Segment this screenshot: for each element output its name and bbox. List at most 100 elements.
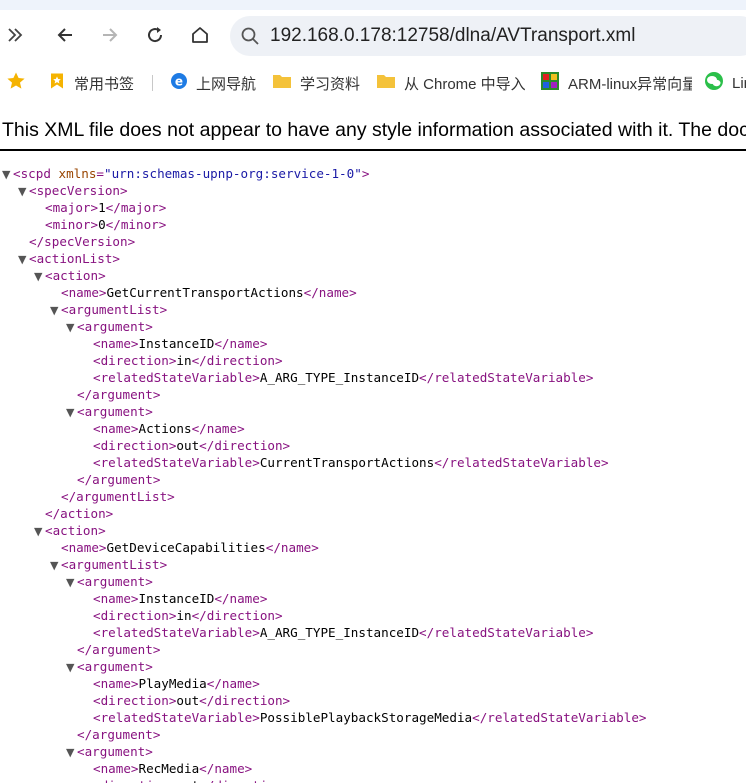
bookmark-common[interactable]: 常用书签 bbox=[48, 65, 134, 101]
xml-tag: <action> bbox=[45, 268, 106, 283]
xml-text-value: out bbox=[176, 778, 199, 783]
address-bar[interactable]: 192.168.0.178:12758/dlna/AVTransport.xml bbox=[230, 16, 746, 56]
xml-text-value: A_ARG_TYPE_InstanceID bbox=[259, 370, 420, 385]
xml-tag: </action> bbox=[45, 506, 114, 521]
xml-line: </action> bbox=[45, 505, 113, 522]
reload-icon bbox=[145, 25, 165, 45]
xml-end-tag: </relatedStateVariable> bbox=[434, 455, 609, 470]
xml-line: ▼ <argument> bbox=[66, 403, 153, 420]
xml-text-value: PlayMedia bbox=[138, 676, 207, 691]
bookmark-navigation[interactable]: e 上网导航 bbox=[170, 65, 256, 101]
collapse-triangle-icon[interactable]: ▼ bbox=[50, 557, 61, 574]
xml-attribute-equals: = bbox=[96, 166, 105, 181]
xml-line: <direction>in</direction> bbox=[93, 352, 283, 369]
xml-end-tag: </name> bbox=[303, 285, 357, 300]
forward-button[interactable] bbox=[95, 20, 125, 50]
bookmarks-star-button[interactable] bbox=[6, 65, 26, 101]
xml-line: ▼ <argumentList> bbox=[50, 301, 167, 318]
page-content: This XML file does not appear to have an… bbox=[0, 101, 746, 783]
xml-line: </argument> bbox=[77, 386, 160, 403]
xml-style-notice: This XML file does not appear to have an… bbox=[2, 119, 746, 141]
address-url[interactable]: 192.168.0.178:12758/dlna/AVTransport.xml bbox=[270, 25, 635, 47]
xml-end-tag: </direction> bbox=[191, 608, 283, 623]
xml-tag: <argumentList> bbox=[61, 557, 168, 572]
xml-line: ▼ <argument> bbox=[66, 318, 153, 335]
xml-tag: <direction> bbox=[93, 438, 177, 453]
xml-tag: <minor> bbox=[45, 217, 99, 232]
xml-tag: </argument> bbox=[77, 727, 161, 742]
xml-text-value: GetCurrentTransportActions bbox=[106, 285, 304, 300]
collapse-triangle-icon[interactable]: ▼ bbox=[50, 302, 61, 319]
xml-tag: <name> bbox=[93, 591, 139, 606]
xml-end-tag: </name> bbox=[199, 761, 253, 776]
bookmark-wechat[interactable]: Lin bbox=[704, 65, 746, 101]
bookmark-star-icon bbox=[48, 72, 66, 94]
xml-tag: <direction> bbox=[93, 353, 177, 368]
xml-line: <relatedStateVariable>PossiblePlaybackSt… bbox=[93, 709, 647, 726]
bookmark-label: ARM-linux异常向量 bbox=[568, 75, 692, 93]
xml-tag: </argument> bbox=[77, 642, 161, 657]
colorful-app-icon bbox=[540, 71, 560, 95]
xml-text-value: out bbox=[176, 693, 200, 708]
reload-button[interactable] bbox=[140, 20, 170, 50]
collapse-triangle-icon[interactable]: ▼ bbox=[66, 744, 77, 761]
collapse-triangle-icon[interactable]: ▼ bbox=[18, 251, 29, 268]
xml-tag: <specVersion> bbox=[29, 183, 128, 198]
xml-tag: <scpd bbox=[13, 166, 51, 181]
xml-line: <relatedStateVariable>A_ARG_TYPE_Instanc… bbox=[93, 369, 593, 386]
back-button[interactable] bbox=[50, 20, 80, 50]
xml-line: <relatedStateVariable>CurrentTransportAc… bbox=[93, 454, 609, 471]
xml-line: ▼ <argument> bbox=[66, 743, 153, 760]
collapse-triangle-icon[interactable]: ▼ bbox=[18, 183, 29, 200]
bookmark-study[interactable]: 学习资料 bbox=[272, 65, 360, 101]
xml-tag: <relatedStateVariable> bbox=[93, 455, 260, 470]
xml-line: </specVersion> bbox=[29, 233, 135, 250]
collapse-triangle-icon[interactable]: ▼ bbox=[66, 659, 77, 676]
collapse-triangle-icon[interactable]: ▼ bbox=[66, 404, 77, 421]
bookmark-label: 从 Chrome 中导入 bbox=[404, 75, 526, 93]
xml-text-value: 1 bbox=[98, 200, 106, 215]
xml-line: ▼ <argument> bbox=[66, 658, 153, 675]
collapse-triangle-icon[interactable]: ▼ bbox=[66, 574, 77, 591]
bookmarks-bar: 常用书签 e 上网导航 学习资料 从 Chrome 中导入 ARM-linux异… bbox=[0, 65, 746, 101]
sidebar-toggle-button[interactable] bbox=[0, 20, 30, 50]
xml-tag: <direction> bbox=[93, 693, 177, 708]
home-button[interactable] bbox=[185, 20, 215, 50]
notice-divider bbox=[0, 149, 746, 151]
xml-tag: <major> bbox=[45, 200, 99, 215]
bookmark-label: 常用书签 bbox=[74, 75, 135, 93]
xml-line: <relatedStateVariable>A_ARG_TYPE_Instanc… bbox=[93, 624, 593, 641]
xml-line: </argument> bbox=[77, 471, 160, 488]
xml-tag: <name> bbox=[61, 285, 107, 300]
xml-tag: </argument> bbox=[77, 472, 161, 487]
xml-end-tag: </name> bbox=[214, 336, 268, 351]
arrow-left-icon bbox=[55, 25, 75, 45]
xml-attribute-value: "urn:schemas-upnp-org:service-1-0" bbox=[104, 166, 362, 181]
xml-line: ▼ <action> bbox=[34, 267, 106, 284]
xml-tag: <direction> bbox=[93, 778, 176, 783]
xml-tag: <argument> bbox=[77, 319, 153, 334]
xml-line: <direction>out</direction> bbox=[93, 437, 290, 454]
xml-line: <name>InstanceID</name> bbox=[93, 590, 267, 607]
xml-tag: <argumentList> bbox=[61, 302, 168, 317]
collapse-triangle-icon[interactable]: ▼ bbox=[66, 319, 77, 336]
xml-line: <name>GetDeviceCapabilities</name> bbox=[61, 539, 319, 556]
xml-line: ▼ <specVersion> bbox=[18, 182, 128, 199]
xml-line: <direction>out</direction> bbox=[93, 692, 290, 709]
xml-tag: <actionList> bbox=[29, 251, 120, 266]
bookmark-label: 学习资料 bbox=[300, 75, 361, 93]
xml-line: </argument> bbox=[77, 726, 160, 743]
collapse-triangle-icon[interactable]: ▼ bbox=[34, 268, 45, 285]
xml-tag: <direction> bbox=[93, 608, 177, 623]
xml-tag: </argument> bbox=[77, 387, 161, 402]
bookmark-arm-linux[interactable]: ARM-linux异常向量 bbox=[540, 65, 692, 101]
arrow-right-icon bbox=[100, 25, 120, 45]
xml-end-tag: </major> bbox=[105, 200, 167, 215]
collapse-triangle-icon[interactable]: ▼ bbox=[2, 166, 13, 183]
xml-tag: <relatedStateVariable> bbox=[93, 370, 260, 385]
collapse-triangle-icon[interactable]: ▼ bbox=[34, 523, 45, 540]
bookmark-import-chrome[interactable]: 从 Chrome 中导入 bbox=[376, 65, 528, 101]
xml-end-tag: </minor> bbox=[105, 217, 167, 232]
xml-line: <name>PlayMedia</name> bbox=[93, 675, 260, 692]
xml-tag: <argument> bbox=[77, 659, 153, 674]
